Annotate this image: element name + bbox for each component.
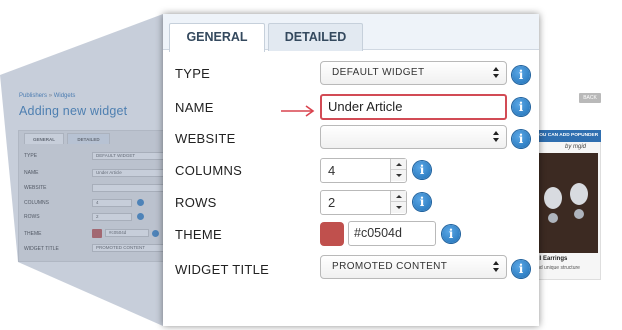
label-rows: ROWS [175, 195, 217, 210]
tab-bar: GENERAL DETAILED [163, 14, 539, 52]
info-icon[interactable]: i [413, 193, 431, 211]
columns-stepper[interactable]: 4 [320, 158, 407, 183]
up-down-caret-icon [493, 131, 500, 143]
label-name: NAME [175, 100, 214, 115]
up-down-caret-icon [493, 67, 500, 79]
rows-stepper[interactable]: 2 [320, 190, 407, 215]
label-columns: COLUMNS [175, 163, 243, 178]
screenshot-stage: Publishers » Widgets Adding new widget B… [0, 0, 622, 330]
arrow-right-icon [281, 105, 315, 117]
stepper-buttons [390, 159, 406, 182]
up-down-caret-icon [493, 261, 500, 273]
tab-detailed[interactable]: DETAILED [268, 23, 363, 51]
info-icon[interactable]: i [512, 260, 530, 278]
info-icon[interactable]: i [512, 98, 530, 116]
increment-button[interactable] [391, 159, 406, 170]
rows-value: 2 [328, 195, 336, 210]
theme-color-swatch[interactable] [320, 222, 344, 246]
website-select[interactable] [320, 125, 507, 149]
label-widget-title: WIDGET TITLE [175, 262, 270, 277]
columns-value: 4 [328, 163, 336, 178]
stepper-buttons [390, 191, 406, 214]
decrement-button[interactable] [391, 170, 406, 181]
theme-hex-input[interactable]: #c0504d [348, 221, 436, 246]
widget-title-select[interactable]: PROMOTED CONTENT [320, 255, 507, 279]
info-icon[interactable]: i [413, 161, 431, 179]
zoomed-form-panel: GENERAL DETAILED TYPE DEFAULT WIDGET i N… [163, 14, 539, 326]
name-input[interactable]: Under Article [320, 94, 507, 120]
decrement-button[interactable] [391, 202, 406, 213]
info-icon[interactable]: i [512, 130, 530, 148]
info-icon[interactable]: i [512, 66, 530, 84]
label-theme: THEME [175, 227, 222, 242]
label-type: TYPE [175, 66, 211, 81]
increment-button[interactable] [391, 191, 406, 202]
info-icon[interactable]: i [442, 225, 460, 243]
label-website: WEBSITE [175, 131, 236, 146]
type-select-value: DEFAULT WIDGET [332, 67, 425, 78]
tab-general[interactable]: GENERAL [169, 23, 265, 52]
widget-title-select-value: PROMOTED CONTENT [332, 261, 448, 272]
type-select[interactable]: DEFAULT WIDGET [320, 61, 507, 85]
